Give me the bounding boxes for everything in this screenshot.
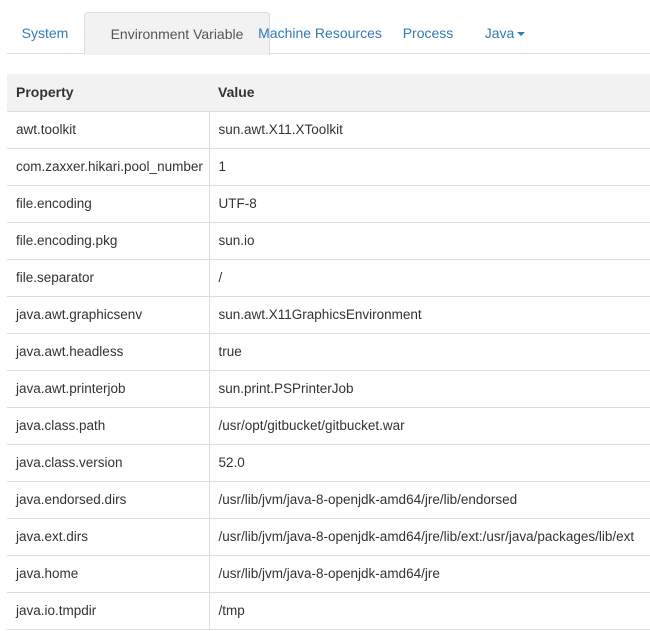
property-cell: java.class.path (7, 407, 210, 445)
property-cell: java.io.tmpdir (7, 592, 210, 630)
table-row: file.separator / (7, 259, 650, 297)
value-cell: /usr/lib/jvm/java-8-openjdk-amd64/jre/li… (209, 481, 650, 519)
value-cell: /usr/opt/gitbucket/gitbucket.war (209, 407, 650, 445)
value-cell: UTF-8 (209, 185, 650, 223)
property-cell: file.encoding.pkg (7, 222, 210, 260)
tab-environment-variable[interactable]: Environment Variable (84, 12, 270, 55)
table-row: java.io.tmpdir/tmp (7, 592, 650, 630)
value-cell: / (209, 259, 650, 297)
value-cell: 1 (209, 148, 650, 186)
table-row: java.ext.dirs/usr/lib/jvm/java-8-openjdk… (7, 518, 650, 556)
table-row: file.encoding UTF-8 (7, 185, 650, 223)
value-cell: sun.awt.X11.XToolkit (209, 111, 650, 149)
tab-machine-resources[interactable]: Machine Resources (247, 12, 393, 54)
property-cell: java.class.version (7, 444, 210, 482)
environment-table-container: Property Value awt.toolkit sun.awt.X11.XT… (7, 74, 650, 631)
value-cell: sun.io (209, 222, 650, 260)
value-cell: /usr/lib/jvm/java-8-openjdk-amd64/jre/li… (209, 518, 650, 556)
column-header-property: Property (7, 74, 209, 112)
table-row: java.endorsed.dirs/usr/lib/jvm/java-8-op… (7, 481, 650, 519)
tab-bar: System Environment Variable Machine Reso… (7, 12, 650, 55)
value-cell: true (209, 333, 650, 371)
property-cell: java.awt.graphicsenv (7, 296, 210, 334)
property-cell: java.awt.headless (7, 333, 210, 371)
table-row: file.encoding.pkg sun.io (7, 222, 650, 260)
column-header-value: Value (209, 74, 650, 112)
tab-java[interactable]: Java (470, 12, 540, 54)
table-row: awt.toolkit sun.awt.X11.XToolkit (7, 111, 650, 149)
table-row: java.class.path/usr/opt/gitbucket/gitbuc… (7, 407, 650, 445)
table-row: java.awt.printerjob sun.print.PSPrinterJo… (7, 370, 650, 408)
caret-down-icon (517, 32, 526, 37)
property-cell: com.zaxxer.hikari.pool_number (7, 148, 210, 186)
property-cell: java.awt.printerjob (7, 370, 210, 408)
table-row: com.zaxxer.hikari.pool_number 1 (7, 148, 650, 186)
value-cell: /usr/lib/jvm/java-8-openjdk-amd64/jre (209, 555, 650, 593)
environment-table: Property Value awt.toolkit sun.awt.X11.XT… (7, 74, 650, 630)
tab-java-label: Java (484, 25, 515, 41)
table-row: java.home/usr/lib/jvm/java-8-openjdk-amd… (7, 555, 650, 593)
table-row: java.awt.graphicsenv sun.awt.X11GraphicsE… (7, 296, 650, 334)
property-cell: java.ext.dirs (7, 518, 210, 556)
property-cell: file.encoding (7, 185, 210, 223)
value-cell: sun.print.PSPrinterJob (209, 370, 650, 408)
value-cell: /tmp (209, 592, 650, 630)
table-row: java.awt.headless true (7, 333, 650, 371)
property-cell: java.home (7, 555, 210, 593)
value-cell: sun.awt.X11GraphicsEnvironment (209, 296, 650, 334)
value-cell: 52.0 (209, 444, 650, 482)
tab-process[interactable]: Process (393, 12, 463, 54)
property-cell: java.endorsed.dirs (7, 481, 210, 519)
table-row: java.class.version 52.0 (7, 444, 650, 482)
table-header-row: Property Value (7, 74, 650, 112)
tab-system[interactable]: System (7, 12, 83, 54)
property-cell: file.separator (7, 259, 210, 297)
property-cell: awt.toolkit (7, 111, 210, 149)
